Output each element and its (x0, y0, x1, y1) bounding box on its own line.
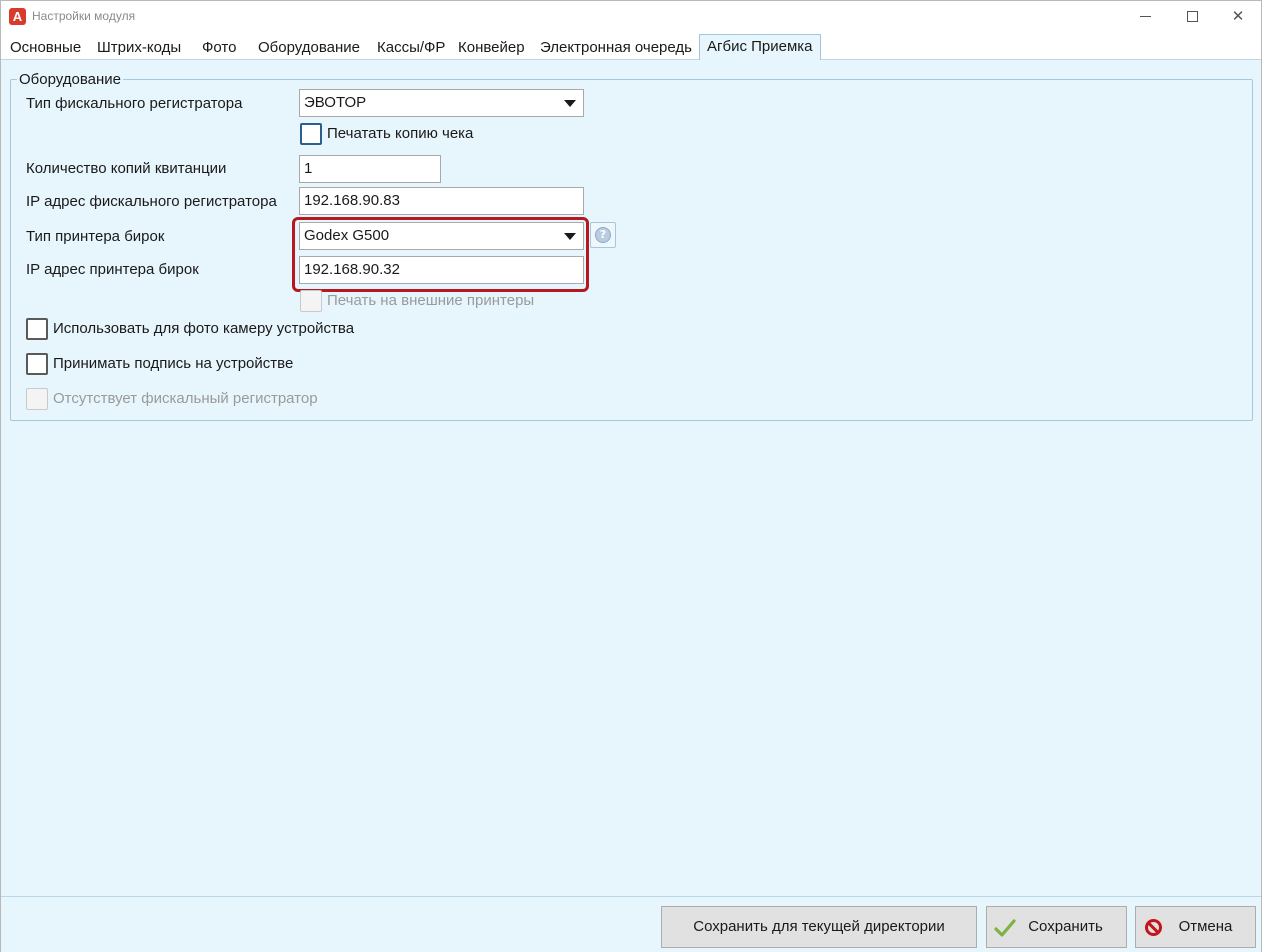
help-button[interactable]: ? (590, 222, 616, 248)
save-label: Сохранить (1028, 918, 1103, 935)
highlight-annotation (292, 217, 589, 292)
tab-electronic-queue[interactable]: Электронная очередь (540, 39, 692, 59)
close-icon: ✕ (1231, 7, 1245, 25)
copies-input[interactable]: 1 (299, 155, 441, 183)
cancel-button[interactable]: Отмена (1135, 906, 1256, 948)
title-bar: Настройки модуля ✕ (1, 1, 1261, 33)
minimize-icon (1139, 16, 1151, 17)
no-fiscal-label: Отсутствует фискальный регистратор (53, 390, 318, 407)
fiscal-type-select[interactable]: ЭВОТОР (299, 89, 584, 117)
tab-osnovnye[interactable]: Основные (10, 39, 81, 59)
footer-bar: Сохранить для текущей директории Сохрани… (1, 896, 1261, 952)
minimize-button[interactable] (1122, 1, 1168, 33)
fiscal-type-label: Тип фискального регистратора (26, 95, 243, 112)
tab-agbis-priemka[interactable]: Агбис Приемка (699, 34, 821, 61)
tag-printer-type-label: Тип принтера бирок (26, 228, 165, 245)
print-copy-checkbox[interactable] (300, 123, 322, 145)
tab-conveyor[interactable]: Конвейер (458, 39, 525, 59)
tab-barcodes[interactable]: Штрих-коды (97, 39, 181, 59)
save-button[interactable]: Сохранить (986, 906, 1127, 948)
settings-window: Настройки модуля ✕ Основные Штрих-коды Ф… (0, 0, 1262, 952)
close-button[interactable]: ✕ (1215, 1, 1261, 33)
copies-label: Количество копий квитанции (26, 160, 227, 177)
accept-signature-label: Принимать подпись на устройстве (53, 355, 294, 372)
tab-photo[interactable]: Фото (202, 39, 236, 59)
external-print-label: Печать на внешние принтеры (327, 292, 535, 309)
tab-strip: Основные Штрих-коды Фото Оборудование Ка… (1, 33, 1261, 61)
external-print-checkbox[interactable] (300, 290, 322, 312)
tab-cash-registers[interactable]: Кассы/ФР (377, 39, 445, 59)
print-copy-label: Печатать копию чека (327, 125, 474, 142)
help-icon: ? (595, 227, 611, 243)
app-logo-icon (9, 8, 26, 25)
group-legend: Оборудование (17, 71, 124, 88)
fiscal-ip-input[interactable]: 192.168.90.83 (299, 187, 584, 215)
cancel-label: Отмена (1178, 918, 1233, 935)
save-for-directory-label: Сохранить для текущей директории (693, 918, 945, 935)
no-fiscal-checkbox[interactable] (26, 388, 48, 410)
window-title: Настройки модуля (32, 9, 136, 23)
tab-equipment[interactable]: Оборудование (258, 39, 360, 59)
accept-signature-checkbox[interactable] (26, 353, 48, 375)
checkmark-icon (994, 919, 1016, 937)
fiscal-ip-label: IP адрес фискального регистратора (26, 193, 277, 210)
tag-printer-ip-label: IP адрес принтера бирок (26, 261, 199, 278)
save-for-directory-button[interactable]: Сохранить для текущей директории (661, 906, 977, 948)
fiscal-type-value: ЭВОТОР (304, 94, 367, 111)
use-camera-checkbox[interactable] (26, 318, 48, 340)
chevron-down-icon (564, 100, 576, 107)
tab-content: Оборудование Тип фискального регистратор… (1, 60, 1261, 896)
maximize-icon (1186, 11, 1198, 22)
use-camera-label: Использовать для фото камеру устройства (53, 320, 355, 337)
cancel-icon (1145, 919, 1162, 936)
maximize-button[interactable] (1169, 1, 1215, 33)
